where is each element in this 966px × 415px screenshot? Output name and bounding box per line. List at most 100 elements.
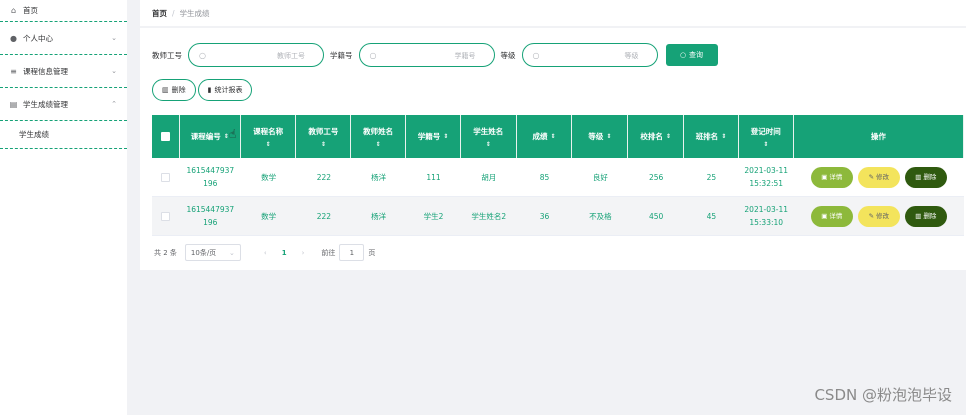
pagination: 共 2 条 10条/页 ⌄ ‹ 1 › 前往 1 页 bbox=[154, 244, 375, 261]
detail-button[interactable]: ▣ 详情 bbox=[810, 205, 853, 227]
delete-button[interactable]: ▥ 删除 bbox=[152, 79, 196, 101]
grade-input[interactable]: ○ 等级 bbox=[521, 43, 658, 67]
cell-time: 2021-03-11 15:33:10 bbox=[744, 205, 788, 227]
teacher-id-label: 教师工号 bbox=[152, 50, 182, 60]
header-label: 课程名称 bbox=[253, 126, 284, 136]
header-student-no[interactable]: 学籍号 ⇕ bbox=[406, 115, 461, 158]
sidebar-item-label: 课程信息管理 bbox=[23, 66, 68, 76]
detail-icon: ▣ bbox=[821, 211, 828, 220]
search-icon: ○ bbox=[369, 50, 377, 60]
cell-student-name: 学生姓名2 bbox=[471, 211, 507, 221]
sort-icon: ⇕ bbox=[665, 133, 671, 140]
detail-label: 详情 bbox=[829, 172, 843, 181]
header-time[interactable]: 登记时间 ⇕ bbox=[739, 115, 794, 158]
detail-label: 详情 bbox=[829, 211, 843, 220]
chevron-up-icon: ⌃ bbox=[111, 100, 117, 108]
search-icon: ○ bbox=[679, 51, 687, 59]
student-no-input[interactable]: ○ 学籍号 bbox=[358, 43, 495, 67]
sidebar-subitem-student-score[interactable]: 学生成绩 bbox=[0, 121, 127, 149]
search-icon: ○ bbox=[532, 50, 540, 60]
teacher-id-input[interactable]: ○ 教师工号 bbox=[188, 43, 324, 67]
home-icon: ⌂ bbox=[10, 6, 17, 15]
cell-time: 2021-03-11 15:32:51 bbox=[744, 166, 788, 188]
table-row[interactable]: 1615447937196 数学 222 杨洋 学生2 学生姓名2 36 不及格… bbox=[152, 197, 964, 236]
cell-operation: ▣ 详情 ✎ 修改 ▥ 删除 bbox=[794, 158, 964, 196]
sort-icon: ⇕ bbox=[443, 133, 449, 140]
breadcrumb-current: 学生成绩 bbox=[179, 8, 210, 18]
cell-course-name: 数学 bbox=[261, 211, 277, 221]
edit-button[interactable]: ✎ 修改 bbox=[857, 166, 900, 188]
breadcrumb-home[interactable]: 首页 bbox=[152, 8, 167, 19]
sort-icon: ⇕ bbox=[375, 140, 381, 148]
cell-course-id: 1615447937196 bbox=[186, 205, 235, 227]
detail-icon: ▣ bbox=[821, 172, 828, 181]
page-unit: 页 bbox=[368, 248, 376, 257]
search-icon: ○ bbox=[199, 50, 206, 60]
cell-teacher-name: 杨洋 bbox=[371, 172, 387, 182]
grade-label: 等级 bbox=[500, 50, 516, 60]
header-label: 校排名 bbox=[640, 132, 663, 141]
cell-operation: ▣ 详情 ✎ 修改 ▥ 删除 bbox=[794, 197, 964, 235]
cell-student-name: 胡月 bbox=[481, 172, 497, 182]
search-button[interactable]: ○ 查询 bbox=[665, 44, 718, 66]
edit-button[interactable]: ✎ 修改 bbox=[857, 205, 900, 227]
header-label: 学生姓名 bbox=[473, 126, 504, 136]
header-score[interactable]: 成绩 ⇕ bbox=[517, 115, 573, 158]
page-number[interactable]: 1 bbox=[282, 249, 287, 257]
row-checkbox[interactable] bbox=[161, 211, 171, 221]
sidebar-item-score[interactable]: ▤ 学生成绩管理 ⌃ bbox=[0, 88, 127, 121]
sidebar: ⌂ 首页 ● 个人中心 ⌄ ≡ 课程信息管理 ⌄ ▤ 学生成绩管理 ⌃ 学生成绩 bbox=[0, 0, 127, 415]
trash-icon: ▥ bbox=[915, 172, 922, 181]
header-operation: 操作 bbox=[794, 115, 965, 158]
header-teacher-id[interactable]: 教师工号 ⇕ bbox=[296, 115, 352, 158]
edit-label: 修改 bbox=[876, 211, 890, 220]
cell-teacher-id: 222 bbox=[316, 211, 332, 221]
clipboard-icon: ▤ bbox=[9, 99, 18, 109]
cell-class-rank: 25 bbox=[706, 172, 717, 182]
student-no-label: 学籍号 bbox=[330, 50, 353, 60]
grade-placeholder: 等级 bbox=[624, 52, 639, 60]
row-checkbox[interactable] bbox=[161, 172, 171, 182]
bar-chart-icon: ▮ bbox=[207, 86, 212, 94]
header-label: 教师工号 bbox=[308, 126, 339, 136]
page-size-select[interactable]: 10条/页 ⌄ bbox=[184, 244, 241, 261]
header-teacher-name[interactable]: 教师姓名 ⇕ bbox=[351, 115, 407, 158]
cell-student-no: 学生2 bbox=[423, 211, 444, 221]
header-label: 等级 bbox=[588, 132, 604, 141]
cell-teacher-id: 222 bbox=[316, 172, 332, 182]
breadcrumb-separator: / bbox=[172, 8, 175, 18]
breadcrumb: 首页 / 学生成绩 bbox=[140, 0, 966, 26]
row-delete-button[interactable]: ▥ 删除 bbox=[904, 166, 947, 188]
row-delete-button[interactable]: ▥ 删除 bbox=[904, 205, 947, 227]
search-button-label: 查询 bbox=[689, 51, 704, 59]
prev-page-icon[interactable]: ‹ bbox=[264, 249, 267, 257]
delete-button-label: 删除 bbox=[171, 86, 186, 94]
sort-icon: ⇕ bbox=[550, 133, 556, 140]
header-label: 学籍号 bbox=[417, 132, 441, 141]
next-page-icon[interactable]: › bbox=[302, 249, 305, 257]
select-all-checkbox[interactable] bbox=[160, 132, 170, 141]
delete-label: 删除 bbox=[923, 211, 937, 220]
report-button[interactable]: ▮ 统计报表 bbox=[197, 79, 253, 101]
table-row[interactable]: 1615447937196 数学 222 杨洋 111 胡月 85 良好 256… bbox=[152, 158, 964, 197]
header-label: 操作 bbox=[870, 132, 886, 141]
detail-button[interactable]: ▣ 详情 bbox=[810, 166, 853, 188]
header-class-rank[interactable]: 班排名 ⇕ bbox=[684, 115, 739, 158]
sort-icon: ⇕ bbox=[485, 140, 491, 148]
header-school-rank[interactable]: 校排名 ⇕ bbox=[628, 115, 685, 158]
sidebar-item-course[interactable]: ≡ 课程信息管理 ⌄ bbox=[0, 55, 127, 88]
action-bar: ▥ 删除 ▮ 统计报表 bbox=[152, 79, 254, 101]
header-label: 登记时间 bbox=[750, 126, 781, 136]
sidebar-item-personal[interactable]: ● 个人中心 ⌄ bbox=[0, 22, 127, 55]
header-student-name[interactable]: 学生姓名 ⇕ bbox=[461, 115, 517, 158]
goto-input[interactable]: 1 bbox=[339, 244, 365, 261]
chevron-down-icon: ⌄ bbox=[229, 248, 235, 257]
row-select-cell bbox=[152, 158, 180, 196]
chevron-down-icon: ⌄ bbox=[111, 34, 117, 42]
header-grade[interactable]: 等级 ⇕ bbox=[572, 115, 629, 158]
header-label: 成绩 bbox=[532, 132, 548, 141]
cell-student-no: 111 bbox=[426, 172, 441, 182]
sidebar-item-home[interactable]: ⌂ 首页 bbox=[0, 0, 127, 22]
delete-label: 删除 bbox=[923, 172, 937, 181]
header-course-name[interactable]: 课程名称 ⇕ bbox=[241, 115, 297, 158]
